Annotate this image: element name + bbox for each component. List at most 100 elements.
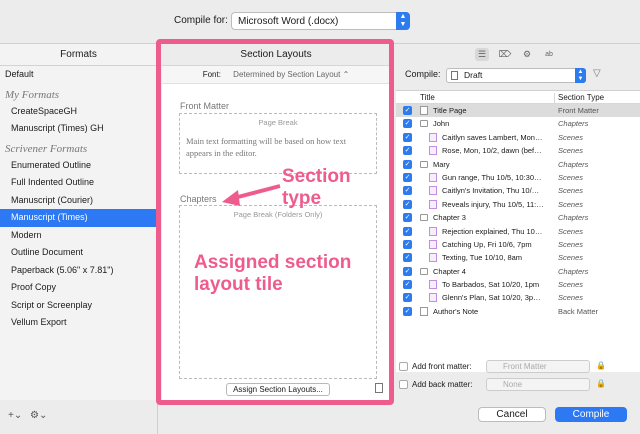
table-header: Title Section Type <box>396 91 640 104</box>
folder-icon <box>420 267 428 275</box>
replacements-icon[interactable]: ab <box>542 48 556 61</box>
table-row[interactable]: ✓ Mary Chapters <box>396 158 640 171</box>
assigned-tile-annotation: Assigned section layout tile <box>194 252 352 295</box>
gear-icon[interactable]: ⚙⌄ <box>30 410 47 421</box>
row-section-type[interactable]: Scenes <box>558 173 583 182</box>
row-section-type[interactable]: Chapters <box>558 267 588 276</box>
table-row[interactable]: ✓ Caitlyn's Invitation, Thu 10/… Scenes <box>396 184 640 197</box>
row-title: Mary <box>433 159 450 169</box>
include-checkbox[interactable]: ✓ <box>403 146 412 156</box>
table-row[interactable]: ✓ Gun range, Thu 10/5, 10:30… Scenes <box>396 171 640 184</box>
gear-icon[interactable]: ⚙ <box>520 48 534 61</box>
tag-icon[interactable]: ⌦ <box>498 48 512 61</box>
table-row[interactable]: ✓ Chapter 4 Chapters <box>396 265 640 278</box>
include-checkbox[interactable]: ✓ <box>403 306 412 316</box>
row-title: Rose, Mon, 10/2, dawn (bef… <box>442 146 542 156</box>
row-section-type[interactable]: Scenes <box>558 133 583 142</box>
format-item[interactable]: Modern <box>0 227 157 245</box>
include-checkbox[interactable]: ✓ <box>403 106 412 115</box>
format-item[interactable]: Proof Copy <box>0 279 157 297</box>
table-row[interactable]: ✓ Title Page Front Matter <box>396 104 640 118</box>
row-section-type[interactable]: Scenes <box>558 227 583 236</box>
row-section-type[interactable]: Scenes <box>558 293 583 302</box>
format-item[interactable]: Vellum Export <box>0 314 157 332</box>
include-checkbox[interactable]: ✓ <box>403 280 412 290</box>
row-title: Glenn's Plan, Sat 10/20, 3p… <box>442 293 541 303</box>
add-format-icon[interactable]: +⌄ <box>8 410 22 421</box>
format-item[interactable]: Full Indented Outline <box>0 174 157 192</box>
document-icon <box>429 226 437 236</box>
include-checkbox[interactable]: ✓ <box>403 239 412 249</box>
table-row[interactable]: ✓ Rejection explained, Thu 10… Scenes <box>396 225 640 238</box>
front-matter-select[interactable]: Front Matter <box>486 360 590 373</box>
compile-format-value: Microsoft Word (.docx) <box>238 16 339 27</box>
contents-table: Title Section Type ✓ Title Page Front Matt… <box>396 90 640 372</box>
table-row[interactable]: ✓ Chapter 3 Chapters <box>396 211 640 224</box>
compile-button[interactable]: Compile <box>555 407 627 422</box>
column-title[interactable]: Title <box>420 93 435 102</box>
row-section-type[interactable]: Scenes <box>558 186 583 195</box>
scrivener-formats-heading: Scrivener Formats <box>5 142 88 155</box>
table-row[interactable]: ✓ Rose, Mon, 10/2, dawn (bef… Scenes <box>396 144 640 157</box>
include-checkbox[interactable]: ✓ <box>403 132 412 142</box>
include-checkbox[interactable]: ✓ <box>403 119 412 129</box>
table-row[interactable]: ✓ Reveals injury, Thu 10/5, 11:… Scenes <box>396 198 640 211</box>
document-icon <box>420 306 428 316</box>
table-row[interactable]: ✓ To Barbados, Sat 10/20, 1pm Scenes <box>396 278 640 291</box>
table-row[interactable]: ✓ Author's Note Back Matter <box>396 305 640 318</box>
include-checkbox[interactable]: ✓ <box>403 226 412 236</box>
include-checkbox[interactable]: ✓ <box>403 172 412 182</box>
row-section-type[interactable]: Scenes <box>558 200 583 209</box>
list-icon[interactable]: ☰ <box>475 48 489 61</box>
table-row[interactable]: ✓ Catching Up, Fri 10/6, 7pm Scenes <box>396 238 640 251</box>
row-section-type[interactable]: Scenes <box>558 280 583 289</box>
row-section-type[interactable]: Chapters <box>558 213 588 222</box>
table-row[interactable]: ✓ Texting, Tue 10/10, 8am Scenes <box>396 251 640 264</box>
add-back-matter-checkbox[interactable] <box>399 380 408 389</box>
formats-header: Formats <box>0 44 157 66</box>
compile-format-select[interactable]: Microsoft Word (.docx) ▲ ▼ <box>231 12 410 30</box>
row-section-type[interactable]: Chapters <box>558 160 588 169</box>
filter-icon[interactable]: ▽ <box>593 68 601 79</box>
table-row[interactable]: ✓ John Chapters <box>396 117 640 130</box>
include-checkbox[interactable]: ✓ <box>403 199 412 209</box>
compile-group-select[interactable]: Draft ▲ ▼ <box>446 68 586 83</box>
row-section-type[interactable]: Scenes <box>558 240 583 249</box>
format-item-default[interactable]: Default <box>0 66 157 84</box>
format-item[interactable]: Script or Screenplay <box>0 297 157 315</box>
table-row[interactable]: ✓ Glenn's Plan, Sat 10/20, 3p… Scenes <box>396 291 640 304</box>
folder-icon <box>420 160 428 168</box>
add-front-matter-checkbox[interactable] <box>399 362 408 371</box>
row-section-type[interactable]: Back Matter <box>558 307 598 316</box>
include-checkbox[interactable]: ✓ <box>403 266 412 276</box>
row-title: John <box>433 119 450 129</box>
document-icon <box>429 132 437 142</box>
folder-icon <box>420 214 428 222</box>
back-matter-select[interactable]: None <box>486 378 590 391</box>
formats-panel: Formats Default My Formats CreateSpaceGH… <box>0 44 158 400</box>
row-title: Gun range, Thu 10/5, 10:30… <box>442 172 542 182</box>
row-title: Chapter 3 <box>433 213 466 223</box>
include-checkbox[interactable]: ✓ <box>403 253 412 263</box>
row-title: Title Page <box>433 106 467 115</box>
format-item[interactable]: Paperback (5.06" x 7.81") <box>0 262 157 280</box>
document-icon <box>429 199 437 209</box>
format-item[interactable]: Manuscript (Courier) <box>0 192 157 210</box>
format-item[interactable]: Manuscript (Times) GH <box>0 120 157 138</box>
format-item[interactable]: Outline Document <box>0 244 157 262</box>
row-section-type[interactable]: Scenes <box>558 253 583 262</box>
format-item-selected[interactable]: Manuscript (Times) <box>0 209 157 227</box>
include-checkbox[interactable]: ✓ <box>403 213 412 223</box>
table-row[interactable]: ✓ Caitlyn saves Lambert, Mon… Scenes <box>396 131 640 144</box>
document-icon <box>429 172 437 182</box>
include-checkbox[interactable]: ✓ <box>403 293 412 303</box>
column-section-type[interactable]: Section Type <box>554 93 604 104</box>
format-item[interactable]: CreateSpaceGH <box>0 103 157 121</box>
row-section-type[interactable]: Chapters <box>558 119 588 128</box>
row-section-type[interactable]: Front Matter <box>558 106 599 115</box>
cancel-button[interactable]: Cancel <box>478 407 546 422</box>
include-checkbox[interactable]: ✓ <box>403 159 412 169</box>
format-item[interactable]: Enumerated Outline <box>0 157 157 175</box>
include-checkbox[interactable]: ✓ <box>403 186 412 196</box>
row-section-type[interactable]: Scenes <box>558 146 583 155</box>
